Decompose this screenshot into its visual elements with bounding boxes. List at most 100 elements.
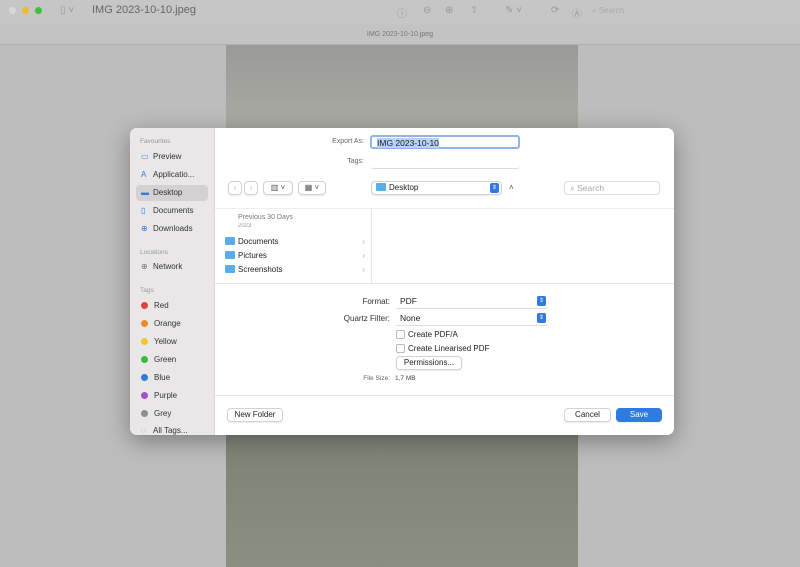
- list-item-screenshots[interactable]: Screenshots ›: [225, 263, 365, 277]
- tag-orange[interactable]: Orange: [136, 316, 208, 332]
- zoom-button[interactable]: [35, 7, 42, 14]
- quartz-filter-label: Quartz Filter:: [343, 314, 390, 323]
- share-icon[interactable]: ⇧: [470, 5, 478, 16]
- markup-icon[interactable]: ✎ ˅: [505, 5, 522, 16]
- columns-icon: ▥ ˅: [270, 183, 286, 192]
- blue-dot-icon: [141, 374, 148, 381]
- back-button[interactable]: ‹: [228, 181, 242, 195]
- all-tags-icon: ◌: [141, 426, 146, 435]
- sidebar-item-label: Desktop: [153, 188, 183, 197]
- chevron-right-icon: ›: [362, 265, 365, 274]
- divider: [215, 395, 674, 396]
- sidebar-item-preview[interactable]: ▭ Preview: [136, 149, 208, 165]
- save-button[interactable]: Save: [616, 408, 662, 422]
- rotate-icon[interactable]: ⟳: [551, 5, 559, 16]
- quartz-filter-select[interactable]: None ⇕: [395, 312, 548, 326]
- toolbar-search-input[interactable]: ⌕ Search: [592, 4, 792, 18]
- file-browser: Previous 30 Days 2023 Documents › Picture…: [215, 208, 674, 284]
- collapse-chevron-icon[interactable]: ˄: [509, 183, 514, 192]
- purple-dot-icon: [141, 392, 148, 399]
- tag-label: Green: [154, 355, 177, 364]
- tag-blue[interactable]: Blue: [136, 370, 208, 386]
- folder-icon: [225, 251, 235, 259]
- tag-label: Purple: [154, 391, 178, 400]
- sidebar-item-network[interactable]: ⊕ Network: [136, 259, 208, 275]
- sidebar-item-label: Network: [153, 262, 183, 271]
- file-size-value: 1,7 MB: [395, 375, 416, 382]
- browser-search-input[interactable]: ⌕ Search: [564, 181, 660, 195]
- tag-green[interactable]: Green: [136, 352, 208, 368]
- location-popup[interactable]: Desktop ⇕: [371, 181, 502, 195]
- favourites-heading: Favourites: [140, 138, 171, 145]
- tag-label: Grey: [154, 409, 172, 418]
- list-item-pictures[interactable]: Pictures ›: [225, 249, 365, 263]
- grid-icon: ▦ ˅: [304, 183, 320, 192]
- minimize-button[interactable]: [22, 7, 29, 14]
- info-icon[interactable]: ⓘ: [397, 5, 407, 20]
- column-divider: [371, 209, 372, 284]
- yellow-dot-icon: [141, 338, 148, 345]
- grey-dot-icon: [141, 410, 148, 417]
- document-icon: ▯: [141, 206, 146, 215]
- orange-dot-icon: [141, 320, 148, 327]
- location-value: Desktop: [389, 183, 419, 192]
- sidebar-item-desktop[interactable]: ▬ Desktop: [136, 185, 208, 201]
- globe-icon: ⊕: [141, 262, 148, 271]
- export-dialog: Favourites ▭ Preview A Applicatio... ▬ Desk…: [130, 128, 674, 435]
- tag-red[interactable]: Red: [136, 298, 208, 314]
- partial-row: 2023: [238, 223, 252, 228]
- desktop-icon: ▬: [141, 188, 149, 197]
- sidebar-item-label: Downloads: [153, 224, 193, 233]
- file-size-label: File Size:: [363, 375, 390, 382]
- tags-input[interactable]: [370, 155, 520, 169]
- stepper-icon: ⇕: [537, 313, 546, 323]
- linearised-checkbox[interactable]: [396, 344, 405, 353]
- sidebar-item-applications[interactable]: A Applicatio...: [136, 167, 208, 183]
- folder-icon: [376, 183, 386, 191]
- forward-button[interactable]: ›: [244, 181, 258, 195]
- permissions-button[interactable]: Permissions...: [396, 356, 462, 370]
- tag-label: Blue: [154, 373, 171, 382]
- red-dot-icon: [141, 302, 148, 309]
- group-button[interactable]: ▦ ˅: [298, 181, 326, 195]
- sidebar-toggle-icon[interactable]: ▯ ˅: [60, 5, 74, 16]
- folder-icon: [225, 237, 235, 245]
- preview-icon: ▭: [141, 152, 149, 161]
- sidebar-item-label: Preview: [153, 152, 182, 161]
- list-item-documents[interactable]: Documents ›: [225, 235, 365, 249]
- tag-label: All Tags...: [153, 426, 188, 435]
- format-select[interactable]: PDF ⇕: [395, 295, 548, 309]
- export-as-input[interactable]: IMG 2023-10-10: [370, 135, 520, 149]
- tag-yellow[interactable]: Yellow: [136, 334, 208, 350]
- filter-value: None: [400, 313, 421, 323]
- search-placeholder: Search: [577, 183, 605, 193]
- section-heading: Previous 30 Days: [238, 214, 293, 221]
- cancel-button[interactable]: Cancel: [564, 408, 611, 422]
- applications-icon: A: [141, 170, 147, 179]
- format-value: PDF: [400, 296, 417, 306]
- tag-grey[interactable]: Grey: [136, 406, 208, 422]
- title-bar: ▯ ˅ IMG 2023-10-10.jpeg ⓘ ⊖ ⊕ ⇧ ✎ ˅ ⟳ Ⓐ …: [0, 0, 800, 24]
- close-button[interactable]: [9, 7, 16, 14]
- item-label: Screenshots: [238, 265, 283, 274]
- locations-heading: Locations: [140, 249, 168, 256]
- window-title: IMG 2023-10-10.jpeg: [92, 4, 196, 16]
- annotate-icon[interactable]: Ⓐ: [572, 5, 582, 20]
- green-dot-icon: [141, 356, 148, 363]
- tag-label: Red: [154, 301, 169, 310]
- pdfa-label: Create PDF/A: [408, 330, 458, 339]
- zoom-in-icon[interactable]: ⊕: [445, 5, 453, 16]
- item-label: Pictures: [238, 251, 267, 260]
- view-columns-button[interactable]: ▥ ˅: [263, 181, 293, 195]
- linearised-label: Create Linearised PDF: [408, 344, 490, 353]
- zoom-out-icon[interactable]: ⊖: [423, 5, 431, 16]
- tags-heading: Tags: [140, 287, 154, 294]
- sidebar-item-downloads[interactable]: ⊕ Downloads: [136, 221, 208, 237]
- export-as-label: Export As:: [332, 138, 364, 145]
- new-folder-button[interactable]: New Folder: [227, 408, 283, 422]
- tags-label: Tags:: [347, 158, 364, 165]
- sidebar-item-documents[interactable]: ▯ Documents: [136, 203, 208, 219]
- pdfa-checkbox[interactable]: [396, 330, 405, 339]
- tag-all-tags[interactable]: ◌ All Tags...: [136, 423, 208, 435]
- tag-purple[interactable]: Purple: [136, 388, 208, 404]
